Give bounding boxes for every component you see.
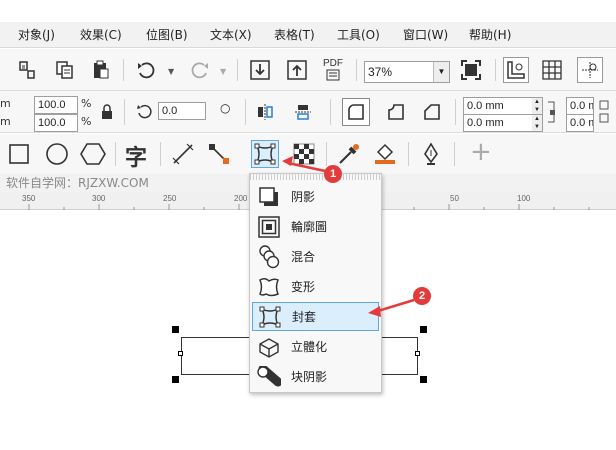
envelope-tool-icon[interactable] xyxy=(251,140,279,168)
corner-stepper-icon[interactable] xyxy=(597,99,613,125)
add-tool-icon[interactable]: + xyxy=(470,137,492,167)
corner-offset-extra-field[interactable]: 0.0 mm xyxy=(566,97,594,115)
polygon-tool-icon[interactable] xyxy=(80,141,106,167)
drop-shadow-icon xyxy=(256,184,282,210)
guidelines-icon[interactable] xyxy=(577,57,603,83)
text-tool-icon[interactable]: 字 xyxy=(125,140,147,172)
scale-x-field[interactable]: 100.0 xyxy=(34,96,78,114)
standard-toolbar: ▼ ▼ PDF 37% ▼ xyxy=(0,49,616,91)
round-corner-icon[interactable] xyxy=(342,98,370,126)
menu-item-drop-shadow[interactable]: 阴影 xyxy=(252,182,379,211)
redo-icon[interactable] xyxy=(186,57,212,83)
fill-tool-icon[interactable] xyxy=(372,141,398,167)
selection-handle[interactable] xyxy=(420,326,427,333)
effects-flyout-menu: 阴影 輪廓圖 混合 变形 封套 立體化 块阴影 xyxy=(249,173,382,393)
blend-icon xyxy=(256,244,282,270)
grid-icon[interactable] xyxy=(539,57,565,83)
selection-handle[interactable] xyxy=(172,376,179,383)
copy-icon[interactable] xyxy=(52,57,78,83)
chamfer-corner-icon[interactable] xyxy=(418,98,446,126)
selection-handle[interactable] xyxy=(420,376,427,383)
ellipse-tool-icon[interactable] xyxy=(44,141,70,167)
chevron-down-icon[interactable]: ▼ xyxy=(433,62,449,82)
corner-offset-y-field[interactable]: 0.0 mm ▲ ▼ xyxy=(463,114,543,132)
rotation-angle-field[interactable]: 0.0 xyxy=(158,102,206,120)
corner-link-icon[interactable] xyxy=(545,99,559,125)
menu-tools[interactable]: 工具(O) xyxy=(337,26,380,43)
mirror-vertical-icon[interactable] xyxy=(290,99,316,125)
menu-object[interactable]: 对象(J) xyxy=(18,26,55,43)
eyedropper-tool-icon[interactable] xyxy=(336,141,362,167)
ruler-label: 250 xyxy=(163,194,177,203)
menu-window[interactable]: 窗口(W) xyxy=(403,26,448,43)
undo-dropdown-icon[interactable]: ▼ xyxy=(168,67,174,76)
transparency-tool-icon[interactable] xyxy=(291,141,317,167)
block-shadow-icon xyxy=(256,364,282,390)
envelope-icon xyxy=(257,304,283,330)
undo-icon[interactable] xyxy=(134,57,160,83)
corner-offset-x-field[interactable]: 0.0 mm ▲ ▼ xyxy=(463,97,543,115)
menu-item-blend[interactable]: 混合 xyxy=(252,242,379,271)
pen-tool-icon[interactable] xyxy=(418,141,444,167)
degree-icon: ○ xyxy=(220,101,231,115)
step-badge-2: 2 xyxy=(413,287,431,305)
menu-text[interactable]: 文本(X) xyxy=(210,26,252,43)
menu-effects[interactable]: 效果(C) xyxy=(80,26,122,43)
menu-bar: 对象(J) 效果(C) 位图(B) 文本(X) 表格(T) 工具(O) 窗口(W… xyxy=(0,22,616,48)
contour-icon xyxy=(256,214,282,240)
rectangle-tool-icon[interactable] xyxy=(6,141,32,167)
menu-bitmaps[interactable]: 位图(B) xyxy=(146,26,188,43)
ruler-label: 350 xyxy=(22,194,36,203)
scale-y-field[interactable]: 100.0 xyxy=(34,114,78,132)
scallop-corner-icon[interactable] xyxy=(382,98,410,126)
extrude-icon xyxy=(256,334,282,360)
menu-item-contour[interactable]: 輪廓圖 xyxy=(252,212,379,241)
corner-offset-extra-field-2[interactable]: 0.0 mm xyxy=(566,114,594,132)
export-pdf-icon[interactable]: PDF xyxy=(320,57,346,83)
menu-help[interactable]: 帮助(H) xyxy=(469,26,511,43)
ruler-label: 50 xyxy=(450,194,459,203)
menu-item-distort[interactable]: 变形 xyxy=(252,272,379,301)
distort-icon xyxy=(256,274,282,300)
ruler-label: 200 xyxy=(234,194,248,203)
mirror-horizontal-icon[interactable] xyxy=(252,99,278,125)
ruler-label: 100 xyxy=(517,194,531,203)
ruler-label: 300 xyxy=(92,194,106,203)
import-icon[interactable] xyxy=(14,57,40,83)
stepper-icon[interactable]: ▲ ▼ xyxy=(532,98,542,114)
paste-icon[interactable] xyxy=(88,57,114,83)
selection-handle[interactable] xyxy=(172,326,179,333)
menu-table[interactable]: 表格(T) xyxy=(274,26,315,43)
rotation-icon xyxy=(132,99,158,125)
full-screen-icon[interactable] xyxy=(458,57,484,83)
rulers-icon[interactable] xyxy=(503,57,529,83)
menu-item-envelope[interactable]: 封套 xyxy=(252,302,379,331)
step-badge-1: 1 xyxy=(324,165,342,183)
import-arrow-icon[interactable] xyxy=(247,57,273,83)
lock-ratio-icon[interactable] xyxy=(94,99,120,125)
property-bar: m m 100.0 100.0 % % 0.0 ○ 0.0 mm ▲ ▼ 0.0 m… xyxy=(0,91,616,133)
node-handle[interactable] xyxy=(178,351,183,356)
node-handle[interactable] xyxy=(415,351,420,356)
stepper-icon[interactable]: ▲ ▼ xyxy=(532,115,542,131)
dimension-tool-icon[interactable] xyxy=(170,141,196,167)
zoom-level-select[interactable]: 37% ▼ xyxy=(364,61,450,83)
menu-item-extrude[interactable]: 立體化 xyxy=(252,332,379,361)
export-arrow-icon[interactable] xyxy=(284,57,310,83)
connector-tool-icon[interactable] xyxy=(206,141,232,167)
redo-dropdown-icon[interactable]: ▼ xyxy=(220,67,226,76)
menu-item-block-shadow[interactable]: 块阴影 xyxy=(252,362,379,391)
tools-toolbar: 字 + xyxy=(0,134,616,174)
